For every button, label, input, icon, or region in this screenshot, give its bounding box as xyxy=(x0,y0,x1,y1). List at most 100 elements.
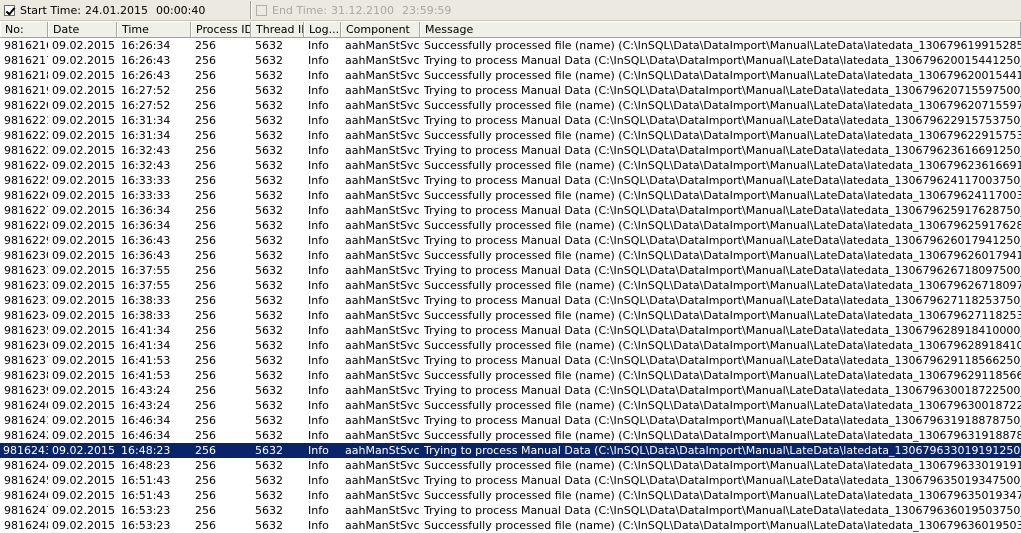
row-thread-id: 5632 xyxy=(255,54,283,67)
row-time: 16:32:43 xyxy=(121,144,171,157)
column-header-time[interactable]: Time xyxy=(117,22,191,37)
row-thread-id: 5632 xyxy=(255,174,283,187)
end-date-field[interactable]: 31.12.2100 xyxy=(331,4,394,17)
end-time-checkbox[interactable] xyxy=(256,4,267,16)
row-message: Successfully processed file (name) (C:\I… xyxy=(424,519,1021,532)
row-date: 09.02.2015 xyxy=(52,39,115,52)
row-time: 16:37:55 xyxy=(121,264,171,277)
row-thread-id: 5632 xyxy=(255,99,283,112)
row-date: 09.02.2015 xyxy=(52,309,115,322)
table-row[interactable]: 9816226 09.02.2015 16:33:33 256 5632 Info aahM… xyxy=(0,188,1021,203)
table-row[interactable]: 9816237 09.02.2015 16:41:53 256 5632 Info aahM… xyxy=(0,353,1021,368)
table-row[interactable]: 9816242 09.02.2015 16:46:34 256 5632 Info aahM… xyxy=(0,428,1021,443)
table-row[interactable]: 9816232 09.02.2015 16:37:55 256 5632 Info aahM… xyxy=(0,278,1021,293)
table-row[interactable]: 9816238 09.02.2015 16:41:53 256 5632 Info aahM… xyxy=(0,368,1021,383)
row-process-id: 256 xyxy=(195,414,216,427)
row-thread-id: 5632 xyxy=(255,324,283,337)
table-row[interactable]: 9816246 09.02.2015 16:51:43 256 5632 Info aahM… xyxy=(0,488,1021,503)
table-row[interactable]: 9816241 09.02.2015 16:46:34 256 5632 Info aahM… xyxy=(0,413,1021,428)
table-row[interactable]: 9816219 09.02.2015 16:27:52 256 5632 Info aahM… xyxy=(0,83,1021,98)
row-number: 9816237 xyxy=(4,354,48,367)
table-row[interactable]: 9816234 09.02.2015 16:38:33 256 5632 Info aahM… xyxy=(0,308,1021,323)
row-date: 09.02.2015 xyxy=(52,489,115,502)
column-header-no[interactable]: No: xyxy=(0,22,48,37)
row-date: 09.02.2015 xyxy=(52,159,115,172)
column-header-log-flag[interactable]: Log... xyxy=(304,22,341,37)
row-component: aahManStSvc xyxy=(345,474,420,487)
table-row[interactable]: 9816230 09.02.2015 16:36:43 256 5632 Info aahM… xyxy=(0,248,1021,263)
row-process-id: 256 xyxy=(195,174,216,187)
column-header-component[interactable]: Component xyxy=(341,22,420,37)
row-time: 16:31:34 xyxy=(121,114,171,127)
row-date: 09.02.2015 xyxy=(52,189,115,202)
row-number: 9816217 xyxy=(4,54,48,67)
row-thread-id: 5632 xyxy=(255,384,283,397)
row-message: Trying to process Manual Data (C:\InSQL\… xyxy=(424,264,1021,277)
row-number: 9816228 xyxy=(4,219,48,232)
row-time: 16:48:23 xyxy=(121,444,171,457)
table-row[interactable]: 9816239 09.02.2015 16:43:24 256 5632 Info aahM… xyxy=(0,383,1021,398)
table-row[interactable]: 9816217 09.02.2015 16:26:43 256 5632 Info aahM… xyxy=(0,53,1021,68)
table-row[interactable]: 9816221 09.02.2015 16:31:34 256 5632 Info aahM… xyxy=(0,113,1021,128)
table-row[interactable]: 9816218 09.02.2015 16:26:43 256 5632 Info aahM… xyxy=(0,68,1021,83)
start-time-checkbox[interactable] xyxy=(4,4,15,16)
column-header-thread-id[interactable]: Thread ID xyxy=(251,22,304,37)
end-time-field[interactable]: 23:59:59 xyxy=(402,4,451,17)
row-date: 09.02.2015 xyxy=(52,279,115,292)
column-header-process-id[interactable]: Process ID xyxy=(191,22,251,37)
table-row[interactable]: 9816236 09.02.2015 16:41:34 256 5632 Info aahM… xyxy=(0,338,1021,353)
row-component: aahManStSvc xyxy=(345,339,420,352)
column-header-message[interactable]: Message xyxy=(420,22,1021,37)
table-row[interactable]: 9816247 09.02.2015 16:53:23 256 5632 Info aahM… xyxy=(0,503,1021,518)
row-process-id: 256 xyxy=(195,279,216,292)
start-date-field[interactable]: 24.01.2015 xyxy=(85,4,148,17)
table-row[interactable]: 9816248 09.02.2015 16:53:23 256 5632 Info aahM… xyxy=(0,518,1021,533)
table-row[interactable]: 9816224 09.02.2015 16:32:43 256 5632 Info aahM… xyxy=(0,158,1021,173)
row-thread-id: 5632 xyxy=(255,204,283,217)
row-time: 16:41:34 xyxy=(121,324,171,337)
table-row[interactable]: 9816240 09.02.2015 16:43:24 256 5632 Info aahM… xyxy=(0,398,1021,413)
table-row[interactable]: 9816229 09.02.2015 16:36:43 256 5632 Info aahM… xyxy=(0,233,1021,248)
row-thread-id: 5632 xyxy=(255,369,283,382)
row-time: 16:31:34 xyxy=(121,129,171,142)
row-process-id: 256 xyxy=(195,129,216,142)
table-row[interactable]: 9816223 09.02.2015 16:32:43 256 5632 Info aahM… xyxy=(0,143,1021,158)
row-process-id: 256 xyxy=(195,519,216,532)
row-process-id: 256 xyxy=(195,114,216,127)
row-thread-id: 5632 xyxy=(255,144,283,157)
table-row[interactable]: 9816216 09.02.2015 16:26:34 256 5632 Info aahM… xyxy=(0,38,1021,53)
row-log-flag: Info xyxy=(308,249,329,262)
row-number: 9816239 xyxy=(4,384,48,397)
table-row[interactable]: 9816233 09.02.2015 16:38:33 256 5632 Info aahM… xyxy=(0,293,1021,308)
row-component: aahManStSvc xyxy=(345,69,420,82)
row-time: 16:33:33 xyxy=(121,174,171,187)
row-message: Successfully processed file (name) (C:\I… xyxy=(424,99,1021,112)
row-component: aahManStSvc xyxy=(345,189,420,202)
table-row[interactable]: 9816243 09.02.2015 16:48:23 256 5632 Info aahM… xyxy=(0,443,1021,458)
row-log-flag: Info xyxy=(308,204,329,217)
table-row[interactable]: 9816222 09.02.2015 16:31:34 256 5632 Info aahM… xyxy=(0,128,1021,143)
row-time: 16:36:43 xyxy=(121,234,171,247)
table-row[interactable]: 9816227 09.02.2015 16:36:34 256 5632 Info aahM… xyxy=(0,203,1021,218)
table-row[interactable]: 9816235 09.02.2015 16:41:34 256 5632 Info aahM… xyxy=(0,323,1021,338)
row-date: 09.02.2015 xyxy=(52,234,115,247)
row-component: aahManStSvc xyxy=(345,324,420,337)
table-row[interactable]: 9816231 09.02.2015 16:37:55 256 5632 Info aahM… xyxy=(0,263,1021,278)
table-row[interactable]: 9816245 09.02.2015 16:51:43 256 5632 Info aahM… xyxy=(0,473,1021,488)
table-row[interactable]: 9816225 09.02.2015 16:33:33 256 5632 Info aahM… xyxy=(0,173,1021,188)
table-row[interactable]: 9816220 09.02.2015 16:27:52 256 5632 Info aahM… xyxy=(0,98,1021,113)
table-row[interactable]: 9816228 09.02.2015 16:36:34 256 5632 Info aahM… xyxy=(0,218,1021,233)
row-number: 9816219 xyxy=(4,84,48,97)
column-header-date[interactable]: Date xyxy=(48,22,117,37)
row-message: Trying to process Manual Data (C:\InSQL\… xyxy=(424,474,1021,487)
row-log-flag: Info xyxy=(308,339,329,352)
row-time: 16:51:43 xyxy=(121,474,171,487)
row-time: 16:46:34 xyxy=(121,414,171,427)
row-date: 09.02.2015 xyxy=(52,264,115,277)
start-time-field[interactable]: 00:00:40 xyxy=(156,4,205,17)
row-process-id: 256 xyxy=(195,444,216,457)
table-row[interactable]: 9816244 09.02.2015 16:48:23 256 5632 Info aahM… xyxy=(0,458,1021,473)
row-thread-id: 5632 xyxy=(255,414,283,427)
row-date: 09.02.2015 xyxy=(52,99,115,112)
row-thread-id: 5632 xyxy=(255,474,283,487)
